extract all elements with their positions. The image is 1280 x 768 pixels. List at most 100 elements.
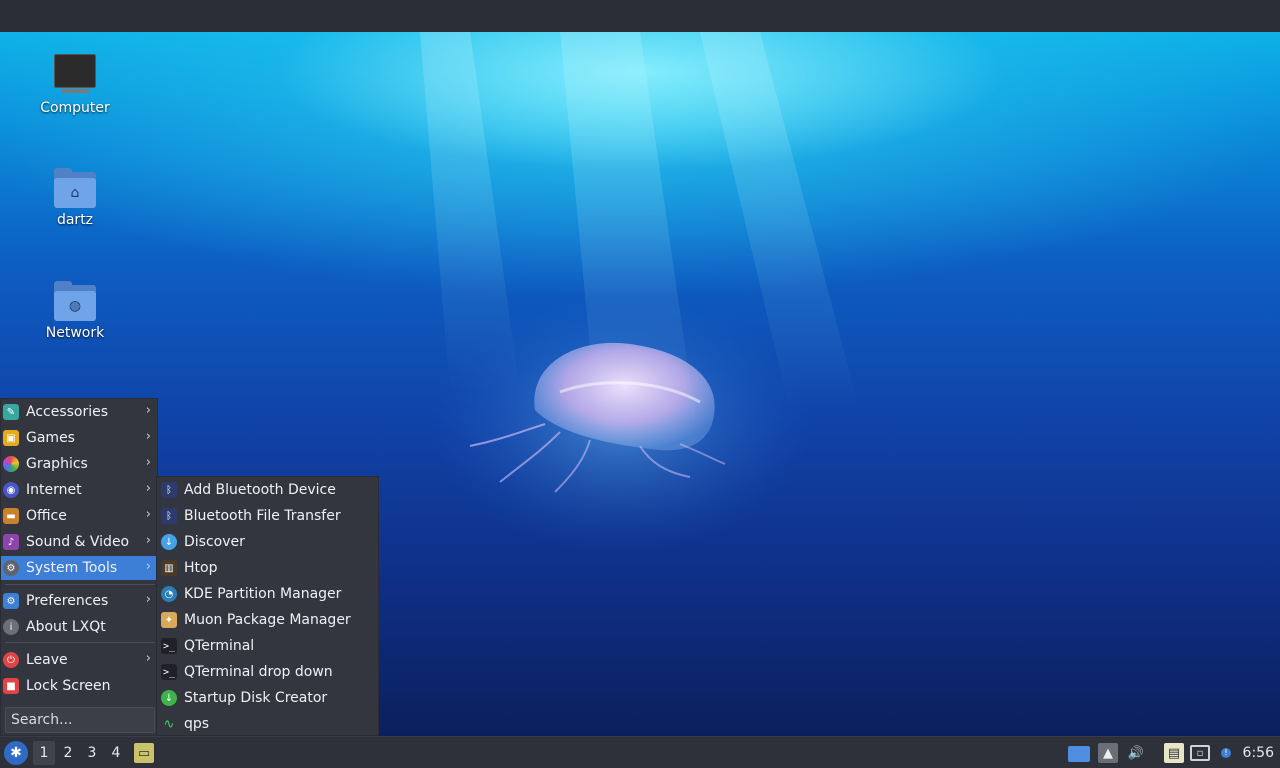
submenu-item-muon-package-manager[interactable]: ✦ Muon Package Manager [157,607,380,633]
desktop-icon-computer[interactable]: Computer [20,54,130,116]
menu-separator [5,584,155,585]
menu-item-accessories[interactable]: ✎ Accessories › [1,400,159,424]
desktop-icon-network[interactable]: ◍ Network [20,281,130,341]
system-tools-icon: ⚙ [3,560,19,576]
submenu-item-label: QTerminal [184,638,255,654]
submenu-item-htop[interactable]: ▥ Htop [157,555,380,581]
games-icon: ▣ [3,430,19,446]
system-tools-submenu: ᛒ Add Bluetooth Device ᛒ Bluetooth File … [156,476,379,736]
submenu-item-label: Muon Package Manager [184,612,351,628]
chevron-right-icon: › [145,429,151,444]
chevron-right-icon: › [145,455,151,470]
show-desktop-icon[interactable]: ▭ [134,743,154,763]
chevron-right-icon: › [145,403,151,418]
discover-icon: ↓ [161,534,177,550]
info-icon: i [3,619,19,635]
volume-icon[interactable]: 🔊 [1126,743,1146,763]
menu-item-label: Graphics [26,456,88,472]
desktop-icon-dartz[interactable]: ⌂ dartz [20,168,130,228]
submenu-item-label: QTerminal drop down [184,664,333,680]
sound-video-icon: ♪ [3,534,19,550]
graphics-icon [3,456,19,472]
workspace-3-button[interactable]: 3 [81,741,103,765]
menu-item-lock-screen[interactable]: ■ Lock Screen [1,674,159,698]
workspace-1-button[interactable]: 1 [33,741,55,765]
htop-icon: ▥ [161,560,177,576]
desktop-icon-label: Computer [40,100,110,116]
application-menu: ✎ Accessories › ▣ Games › Graphics › ◉ I… [0,398,159,736]
chevron-right-icon: › [145,592,151,607]
menu-item-label: Games [26,430,75,446]
submenu-item-label: qps [184,716,210,732]
submenu-item-label: KDE Partition Manager [184,586,342,602]
menu-item-label: Sound & Video [26,534,130,550]
menu-item-label: Lock Screen [26,678,111,694]
menu-item-label: Accessories [26,404,109,420]
preferences-icon: ⚙ [3,593,19,609]
submenu-item-startup-disk-creator[interactable]: ↓ Startup Disk Creator [157,685,380,711]
home-folder-icon: ⌂ [54,168,96,208]
menu-separator [5,642,155,643]
tray-arrow-up-icon[interactable]: ▲ [1098,743,1118,763]
chevron-right-icon: › [145,559,151,574]
bluetooth-icon: ᛒ [161,508,177,524]
taskbar: ✱ 1 2 3 4 ▭ ▲ 🔊 ▤ ▫ ! 6:56 [0,736,1280,768]
clock[interactable]: 6:56 [1243,737,1274,768]
notification-icon[interactable]: ! [1216,743,1236,763]
terminal-icon: >_ [161,638,177,654]
submenu-item-label: Htop [184,560,218,576]
menu-item-sound-video[interactable]: ♪ Sound & Video › [1,530,159,554]
clipboard-icon[interactable]: ▤ [1164,743,1184,763]
menu-item-label: Office [26,508,67,524]
menu-item-internet[interactable]: ◉ Internet › [1,478,159,502]
workspace-4-button[interactable]: 4 [105,741,127,765]
startup-disk-icon: ↓ [161,690,177,706]
terminal-icon: >_ [161,664,177,680]
internet-icon: ◉ [3,482,19,498]
app-menu-button[interactable]: ✱ [4,741,28,765]
submenu-item-label: Bluetooth File Transfer [184,508,341,524]
menu-item-preferences[interactable]: ⚙ Preferences › [1,589,159,613]
submenu-item-kde-partition-manager[interactable]: ◔ KDE Partition Manager [157,581,380,607]
submenu-item-discover[interactable]: ↓ Discover [157,529,380,555]
network-status-icon[interactable]: ▫ [1190,745,1210,761]
menu-item-label: Preferences [26,593,109,609]
bluetooth-icon: ᛒ [161,482,177,498]
menu-item-office[interactable]: ▬ Office › [1,504,159,528]
partition-manager-icon: ◔ [161,586,177,602]
menu-item-label: System Tools [26,560,118,576]
accessories-icon: ✎ [3,404,19,420]
submenu-item-bluetooth-file-transfer[interactable]: ᛒ Bluetooth File Transfer [157,503,380,529]
workspace-2-button[interactable]: 2 [57,741,79,765]
lxqt-logo-icon: ✱ [10,745,22,761]
chevron-right-icon: › [145,481,151,496]
chevron-right-icon: › [145,533,151,548]
qps-icon: ∿ [163,716,175,732]
desktop-icon-label: dartz [56,212,94,228]
submenu-item-qterminal[interactable]: >_ QTerminal [157,633,380,659]
desktop-icon-label: Network [45,325,105,341]
menu-item-system-tools[interactable]: ⚙ System Tools › [1,556,159,580]
menu-item-graphics[interactable]: Graphics › [1,452,159,476]
menu-item-about-lxqt[interactable]: i About LXQt [1,615,159,639]
submenu-item-label: Startup Disk Creator [184,690,328,706]
menu-item-leave[interactable]: ⏻ Leave › [1,648,159,672]
chevron-right-icon: › [145,651,151,666]
menu-item-label: Internet [26,482,82,498]
menu-item-label: Leave [26,652,68,668]
submenu-item-add-bluetooth-device[interactable]: ᛒ Add Bluetooth Device [157,477,380,503]
submenu-item-label: Discover [184,534,245,550]
package-manager-icon: ✦ [161,612,177,628]
top-panel-strip [0,0,1280,32]
submenu-item-qterminal-drop-down[interactable]: >_ QTerminal drop down [157,659,380,685]
submenu-item-qps[interactable]: ∿ qps [157,711,380,737]
menu-item-games[interactable]: ▣ Games › [1,426,159,450]
submenu-item-label: Add Bluetooth Device [184,482,336,498]
chevron-right-icon: › [145,507,151,522]
menu-search-input[interactable]: Search... [5,707,155,733]
window-indicator-icon[interactable] [1068,746,1090,762]
office-icon: ▬ [3,508,19,524]
network-folder-icon: ◍ [54,281,96,321]
power-icon: ⏻ [3,652,19,668]
computer-icon [54,54,96,93]
